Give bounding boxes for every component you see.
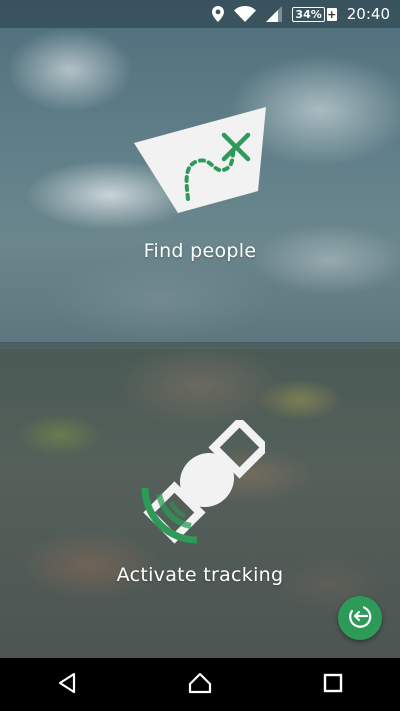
back-icon xyxy=(56,672,78,698)
status-bar: 34% + 20:40 xyxy=(0,0,400,28)
recents-button[interactable] xyxy=(303,658,363,711)
panel-divider xyxy=(0,342,400,349)
activate-tracking-label: Activate tracking xyxy=(116,564,284,586)
location-icon xyxy=(212,6,225,22)
satellite-icon xyxy=(135,416,271,554)
back-button[interactable] xyxy=(37,658,97,711)
home-icon xyxy=(188,672,212,698)
battery-indicator: 34% + xyxy=(292,6,337,22)
wifi-icon xyxy=(234,6,257,22)
find-people-label: Find people xyxy=(143,240,257,262)
status-time: 20:40 xyxy=(346,5,390,23)
logout-icon xyxy=(347,603,373,633)
home-button[interactable] xyxy=(170,658,230,711)
battery-percent: 34% xyxy=(292,6,325,22)
recents-icon xyxy=(323,673,343,697)
signal-icon xyxy=(266,6,283,22)
system-nav-bar xyxy=(0,658,400,711)
logout-button[interactable] xyxy=(338,596,382,640)
treasure-map-icon xyxy=(130,105,270,221)
find-people-panel[interactable]: Find people xyxy=(0,0,400,345)
battery-charging-icon: + xyxy=(326,7,337,21)
